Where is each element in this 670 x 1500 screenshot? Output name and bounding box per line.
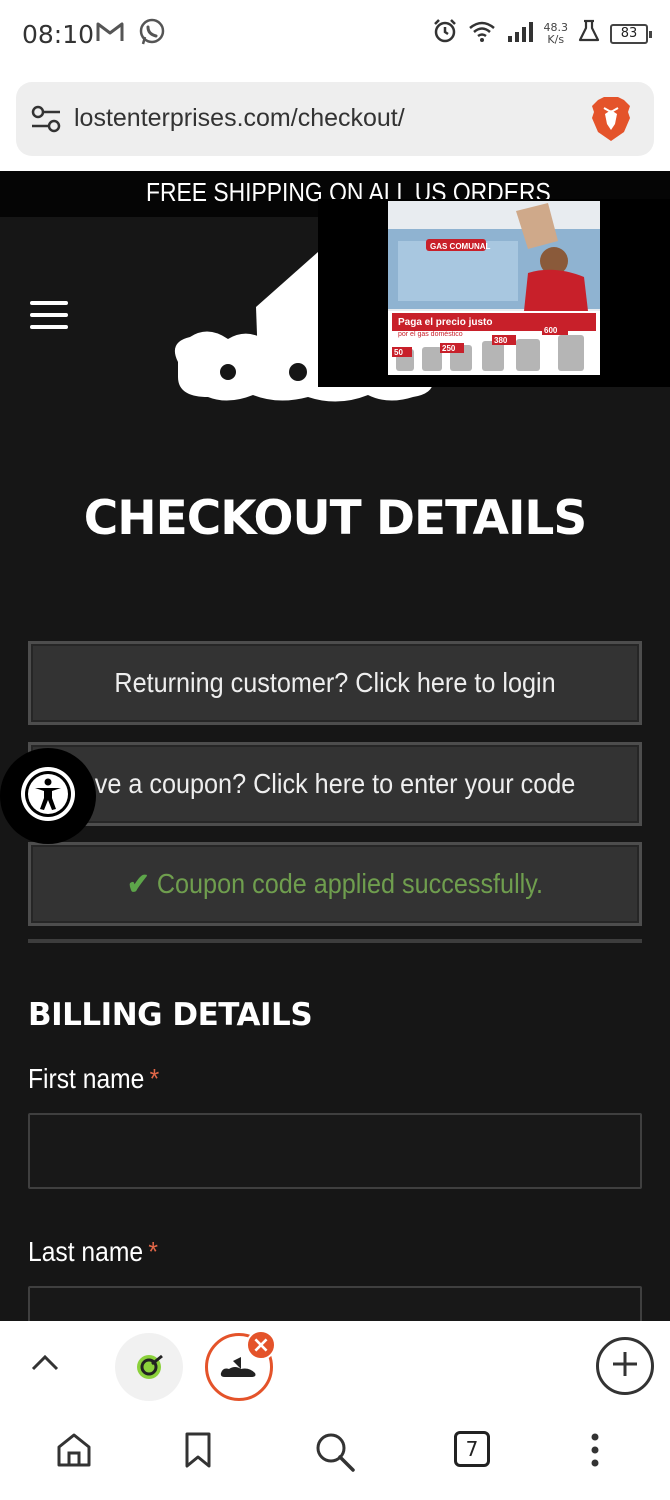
gmail-icon	[96, 21, 124, 48]
signal-icon	[506, 20, 534, 47]
url-text[interactable]: lostenterprises.com/checkout/	[74, 104, 405, 133]
ad-headline: Paga el precio justo	[398, 317, 492, 328]
site-settings-icon[interactable]	[30, 104, 62, 139]
billing-details-title: BILLING DETAILS	[28, 997, 313, 1033]
alarm-icon	[432, 18, 458, 49]
checkmark-icon: ✔	[127, 867, 150, 901]
status-system-icons: 48.3 K/s 83	[432, 18, 652, 49]
login-notice[interactable]: Returning customer? Click here to login	[28, 641, 642, 725]
accessibility-button[interactable]	[0, 748, 96, 844]
last-name-label-text: Last name	[28, 1236, 144, 1267]
coupon-success-content: ✔ Coupon code applied successfully.	[61, 845, 608, 923]
whatsapp-icon	[138, 18, 166, 51]
tab-count[interactable]: 7	[454, 1431, 490, 1467]
last-name-label: Last name *	[28, 1236, 158, 1268]
status-notification-icons	[96, 18, 166, 51]
browser-nav-bar: 7	[0, 1411, 670, 1500]
lab-flask-icon	[578, 19, 600, 48]
close-tab-icon[interactable]: ×	[246, 1330, 276, 1360]
web-page: FREE SHIPPING ON ALL US ORDERS GAS COMUN…	[0, 171, 670, 1321]
bookmark-icon[interactable]	[182, 1431, 214, 1474]
coupon-notice[interactable]: ve a coupon? Click here to enter your co…	[28, 742, 642, 826]
first-name-label-text: First name	[28, 1063, 145, 1094]
section-divider	[28, 939, 642, 943]
tab-switcher-button[interactable]: 7	[454, 1431, 490, 1467]
status-time: 08:10	[22, 20, 95, 49]
page-title: CHECKOUT DETAILS	[83, 491, 587, 546]
ad-price-2: 250	[442, 344, 456, 353]
new-tab-button[interactable]	[596, 1337, 654, 1395]
network-speed-value: 48.3	[543, 20, 569, 34]
tab-favicon-1[interactable]	[115, 1333, 183, 1401]
ad-price-1: 50	[394, 348, 403, 357]
address-bar[interactable]: lostenterprises.com/checkout/	[16, 82, 654, 156]
ad-overlay[interactable]: GAS COMUNAL Paga el precio justo por el …	[318, 199, 670, 387]
ad-price-3: 380	[494, 336, 508, 345]
ad-image[interactable]: GAS COMUNAL Paga el precio justo por el …	[388, 201, 600, 375]
coupon-success-text: Coupon code applied successfully.	[156, 868, 543, 899]
required-mark: *	[149, 1063, 160, 1094]
browser-tab-strip: ×	[0, 1321, 670, 1411]
first-name-input[interactable]	[28, 1113, 642, 1189]
required-mark: *	[148, 1236, 158, 1267]
wifi-icon	[468, 19, 496, 48]
search-icon[interactable]	[314, 1431, 356, 1478]
ad-subline: por el gas doméstico	[398, 331, 463, 338]
menu-hamburger-icon[interactable]	[30, 301, 70, 331]
chevron-up-icon[interactable]	[30, 1353, 60, 1378]
ad-brand: GAS COMUNAL	[430, 242, 491, 251]
brave-shields-icon[interactable]	[590, 96, 632, 147]
home-icon[interactable]	[55, 1431, 93, 1474]
battery-indicator: 83	[610, 23, 652, 44]
first-name-label: First name *	[28, 1063, 159, 1095]
last-name-input[interactable]	[28, 1286, 642, 1321]
coupon-notice-link[interactable]: ve a coupon? Click here to enter your co…	[61, 745, 608, 823]
accessibility-icon	[18, 764, 78, 829]
network-speed: 48.3 K/s	[543, 20, 569, 46]
plus-icon	[610, 1349, 640, 1384]
ad-price-4: 600	[544, 326, 558, 335]
more-menu-icon[interactable]	[588, 1431, 602, 1474]
network-speed-unit: K/s	[547, 32, 565, 46]
coupon-success-notice: ✔ Coupon code applied successfully.	[28, 842, 642, 926]
status-bar: 08:10 48.3 K/s 83	[0, 0, 670, 70]
login-notice-link[interactable]: Returning customer? Click here to login	[61, 644, 608, 722]
